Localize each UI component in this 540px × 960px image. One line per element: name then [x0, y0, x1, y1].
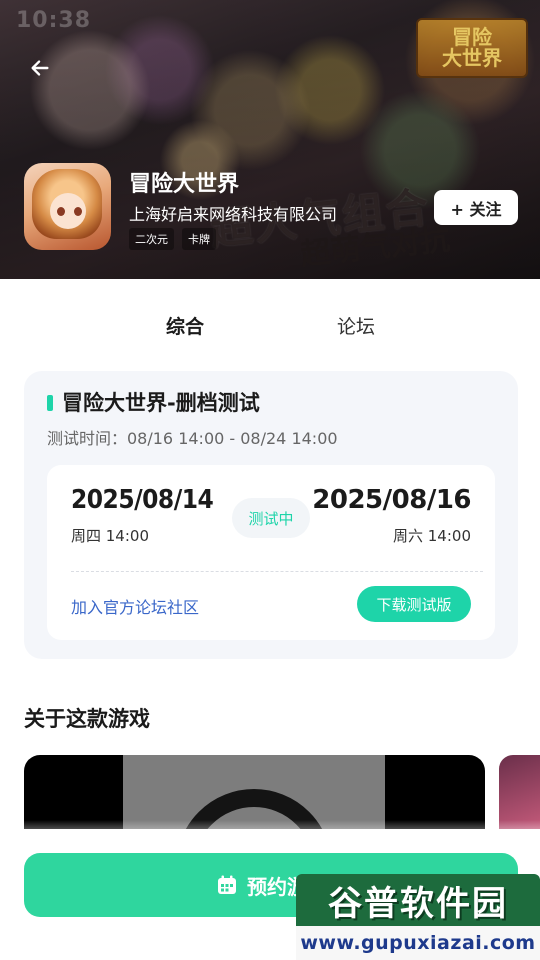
- icon-art-eye: [74, 207, 82, 216]
- arrow-left-icon: [31, 60, 49, 76]
- watermark-title: 谷普软件园: [296, 874, 540, 926]
- icon-art-eye: [57, 207, 65, 216]
- status-time: 10:38: [16, 8, 92, 33]
- developer-name[interactable]: 上海好启来网络科技有限公司: [129, 201, 337, 225]
- banner-game-logo: 冒险 大世界: [416, 18, 528, 78]
- tag[interactable]: 二次元: [129, 228, 174, 250]
- join-forum-link[interactable]: 加入官方论坛社区: [71, 594, 199, 618]
- accent-bar: [47, 395, 53, 411]
- test-card: 冒险大世界-删档测试 测试时间：08/16 14:00 - 08/24 14:0…: [24, 371, 518, 659]
- game-title: 冒险大世界: [129, 172, 240, 197]
- end-day: 周六 14:00: [393, 527, 471, 545]
- gallery-video[interactable]: [24, 755, 485, 829]
- tag[interactable]: 卡牌: [182, 228, 216, 250]
- gallery-thumbnail[interactable]: [499, 755, 540, 829]
- tab-bar: 综合 论坛: [0, 279, 540, 369]
- media-gallery[interactable]: [24, 755, 540, 829]
- follow-button[interactable]: + 关注: [434, 190, 518, 225]
- watermark-url: www.gupuxiazai.com: [296, 926, 540, 960]
- download-test-button[interactable]: 下载测试版: [357, 586, 471, 622]
- test-time-range: 测试时间：08/16 14:00 - 08/24 14:00: [47, 429, 338, 448]
- end-date: 2025/08/16: [312, 485, 471, 515]
- tab-forum[interactable]: 论坛: [337, 312, 375, 339]
- header-banner: 10:38 冒险 大世界 超人气组合 超萌气对抗 冒险大世界 上海好启来网络科技…: [0, 0, 540, 280]
- status-badge: 测试中: [232, 498, 310, 538]
- tab-overview[interactable]: 综合: [166, 312, 204, 339]
- start-date: 2025/08/14: [71, 485, 214, 515]
- divider: [71, 571, 483, 572]
- start-day: 周四 14:00: [71, 527, 149, 545]
- game-app-icon: [24, 163, 111, 250]
- bottom-fade: [0, 820, 540, 850]
- back-button[interactable]: [20, 48, 60, 88]
- calendar-icon: [218, 875, 236, 894]
- about-section-title: 关于这款游戏: [24, 707, 150, 731]
- game-tags: 二次元 卡牌: [129, 228, 216, 250]
- test-schedule-card: 2025/08/14 周四 14:00 测试中 2025/08/16 周六 14…: [47, 465, 495, 640]
- test-title: 冒险大世界-删档测试: [62, 391, 260, 415]
- site-watermark: 谷普软件园 www.gupuxiazai.com: [296, 874, 540, 960]
